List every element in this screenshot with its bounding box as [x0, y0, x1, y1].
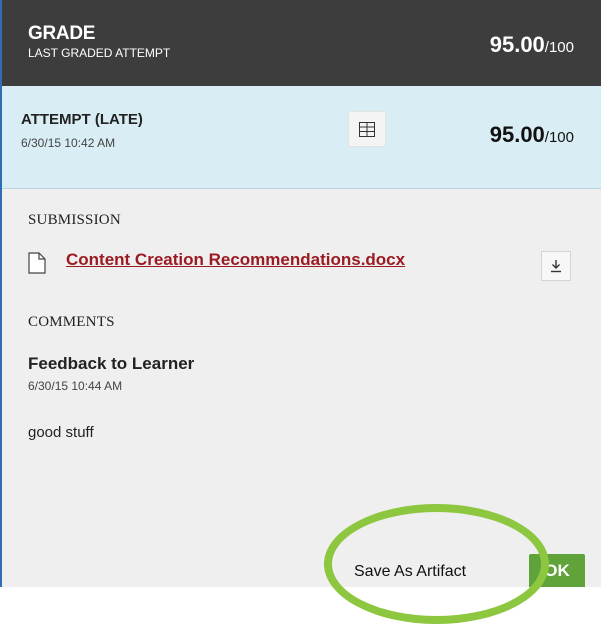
ok-button[interactable]: OK	[529, 554, 585, 587]
attempt-score-value: 95.00	[489, 122, 545, 147]
attempt-score-max: /100	[544, 129, 574, 146]
feedback-date: 6/30/15 10:44 AM	[28, 379, 123, 393]
grade-subtitle: LAST GRADED ATTEMPT	[28, 46, 171, 60]
submission-file-link[interactable]: Content Creation Recommendations.docx	[66, 250, 405, 270]
download-icon	[551, 260, 561, 273]
grade-title: GRADE	[28, 23, 96, 44]
submission-label: SUBMISSION	[28, 212, 121, 228]
attempt-date: 6/30/15 10:42 AM	[21, 136, 116, 150]
attempt-title: ATTEMPT (LATE)	[21, 111, 143, 128]
grade-panel: GRADE LAST GRADED ATTEMPT 95.00/100 ATTE…	[0, 0, 601, 624]
grade-header: GRADE LAST GRADED ATTEMPT 95.00/100	[2, 0, 601, 86]
feedback-title: Feedback to Learner	[28, 354, 195, 373]
save-as-artifact-button[interactable]: Save As Artifact	[354, 564, 466, 580]
feedback-text: good stuff	[28, 424, 94, 441]
attempt-row[interactable]: ATTEMPT (LATE) 6/30/15 10:42 AM 95.00/10…	[2, 86, 601, 189]
grid-icon	[359, 121, 375, 137]
grid-button[interactable]	[348, 111, 386, 147]
comments-label: COMMENTS	[28, 314, 115, 330]
grade-score-max: /100	[544, 39, 574, 56]
grade-score-value: 95.00	[489, 32, 545, 57]
attempt-score: 95.00/100	[490, 122, 574, 148]
grade-score: 95.00/100	[490, 32, 574, 58]
document-icon	[28, 252, 46, 274]
download-button[interactable]	[541, 251, 571, 281]
